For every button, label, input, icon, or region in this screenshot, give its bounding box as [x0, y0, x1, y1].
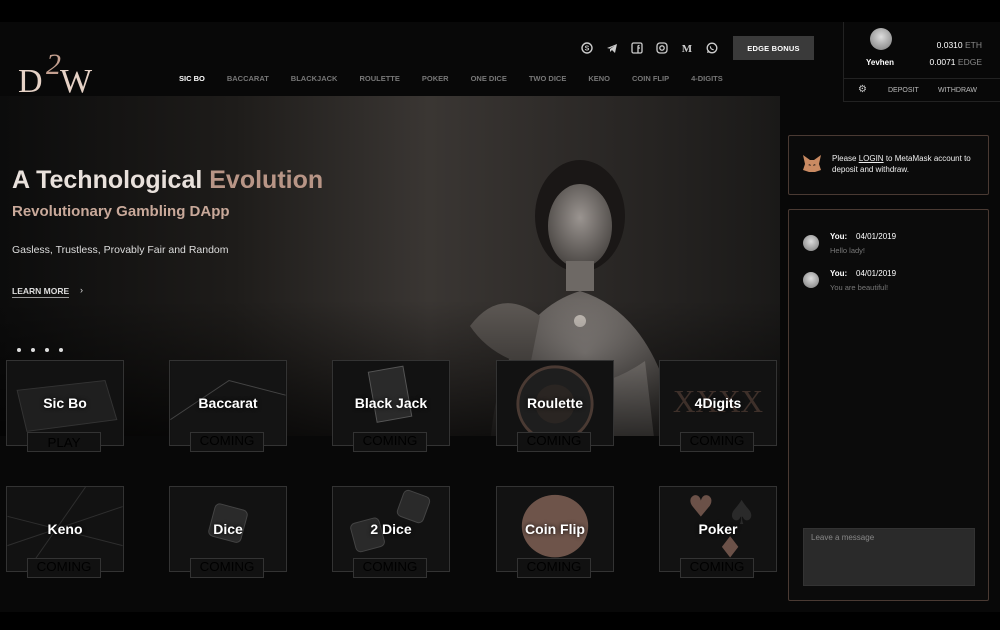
whatsapp-icon[interactable] — [705, 41, 719, 55]
svg-text:W: W — [60, 63, 93, 100]
play-button[interactable]: PLAY — [27, 432, 101, 452]
telegram-icon[interactable] — [605, 41, 619, 55]
game-card-roulette: Roulette COMING SOON — [496, 360, 614, 460]
facebook-icon[interactable] — [630, 41, 644, 55]
chat-panel: You: 04/01/2019 Hello lady! You: 04/01/2… — [788, 209, 989, 601]
nav-blackjack[interactable]: BLACKJACK — [280, 74, 349, 83]
nav-roulette[interactable]: ROULETTE — [348, 74, 410, 83]
nav-coin-flip[interactable]: COIN FLIP — [621, 74, 680, 83]
coming-soon-button[interactable]: COMING SOON — [517, 558, 591, 578]
nav-poker[interactable]: POKER — [411, 74, 460, 83]
carousel-dot[interactable] — [45, 348, 49, 352]
hero-title: A Technological Evolution — [12, 166, 323, 195]
game-name: Roulette — [527, 395, 583, 411]
d2w-logo[interactable]: D 2 W — [18, 44, 108, 104]
game-nav: SIC BO BACCARAT BLACKJACK ROULETTE POKER… — [168, 74, 734, 83]
game-name: Sic Bo — [43, 395, 87, 411]
carousel-dots — [17, 348, 63, 352]
game-name: Keno — [47, 521, 83, 537]
game-card-sic-bo: Sic Bo PLAY — [6, 360, 124, 460]
nav-sic-bo[interactable]: SIC BO — [168, 74, 216, 83]
svg-text:S: S — [585, 46, 590, 53]
hero-title-part2: Evolution — [209, 166, 324, 194]
svg-text:D: D — [18, 63, 43, 100]
withdraw-link[interactable]: WITHDRAW — [938, 87, 977, 94]
instagram-icon[interactable] — [655, 41, 669, 55]
carousel-dot[interactable] — [17, 348, 21, 352]
game-name: Poker — [698, 521, 738, 537]
chevron-right-icon[interactable]: › — [80, 285, 83, 295]
metamask-text-before: Please — [832, 154, 859, 163]
nav-4-digits[interactable]: 4-DIGITS — [680, 74, 734, 83]
game-name: Coin Flip — [525, 521, 585, 537]
metamask-login-panel: Please LOGIN to MetaMask account to depo… — [788, 135, 989, 195]
hero-description: Gasless, Trustless, Provably Fair and Ra… — [12, 244, 229, 256]
nav-baccarat[interactable]: BACCARAT — [216, 74, 280, 83]
chat-avatar — [803, 235, 819, 251]
svg-text:♥: ♥ — [688, 489, 714, 523]
user-avatar[interactable] — [870, 28, 892, 50]
coming-soon-button[interactable]: COMING SOON — [27, 558, 101, 578]
coming-soon-button[interactable]: COMING SOON — [680, 558, 754, 578]
edge-amount: 0.0071 — [929, 57, 956, 67]
metamask-login-link[interactable]: LOGIN — [859, 154, 884, 163]
edge-bonus-button[interactable]: EDGE BONUS — [733, 36, 814, 60]
skype-icon[interactable]: S — [580, 41, 594, 55]
coming-soon-button[interactable]: COMING SOON — [353, 432, 427, 452]
coming-soon-button[interactable]: COMING SOON — [680, 432, 754, 452]
edge-balance: 0.0071 EDGE — [930, 57, 982, 67]
chat-sender: You: — [830, 232, 848, 241]
game-name: Dice — [213, 521, 243, 537]
svg-text:2: 2 — [46, 48, 61, 81]
chat-text: Hello lady! — [830, 246, 866, 255]
carousel-dot[interactable] — [31, 348, 35, 352]
metamask-message: Please LOGIN to MetaMask account to depo… — [832, 153, 982, 175]
svg-text:M: M — [682, 43, 693, 54]
game-name: 2 Dice — [370, 521, 412, 537]
eth-unit: ETH — [965, 40, 982, 50]
app-frame: D 2 W S M EDGE BONUS SIC BO BACCARAT BLA… — [0, 22, 1000, 612]
deposit-link[interactable]: DEPOSIT — [888, 87, 919, 94]
username: Yevhen — [866, 58, 895, 67]
coming-soon-button[interactable]: COMING SOON — [190, 432, 264, 452]
eth-amount: 0.0310 — [936, 40, 963, 50]
chat-sender: You: — [830, 269, 848, 278]
account-panel: Yevhen 0.0310 ETH 0.0071 EDGE ⚙ DEPOSIT … — [843, 22, 1000, 102]
nav-keno[interactable]: KENO — [577, 74, 621, 83]
game-card-keno: Keno COMING SOON — [6, 486, 124, 586]
social-links: S M — [580, 41, 719, 55]
medium-icon[interactable]: M — [680, 41, 694, 55]
chat-message-input[interactable] — [803, 528, 975, 586]
chat-text: You are beautiful! — [830, 283, 889, 292]
edge-unit: EDGE — [957, 57, 982, 67]
game-card-2-dice: 2 Dice COMING SOON — [332, 486, 450, 586]
metamask-fox-icon — [803, 155, 821, 172]
game-card-poker: ♥♠♦ Poker COMING SOON — [659, 486, 777, 586]
game-name: Black Jack — [354, 395, 428, 411]
account-actions: ⚙ DEPOSIT WITHDRAW — [844, 78, 1000, 102]
chat-date: 04/01/2019 — [856, 269, 897, 278]
game-card-dice: Dice COMING SOON — [169, 486, 287, 586]
coming-soon-button[interactable]: COMING SOON — [353, 558, 427, 578]
carousel-dot[interactable] — [59, 348, 63, 352]
gear-icon[interactable]: ⚙ — [858, 84, 867, 95]
hero-subtitle: Revolutionary Gambling DApp — [12, 203, 230, 220]
coming-soon-button[interactable]: COMING SOON — [190, 558, 264, 578]
game-card-baccarat: Baccarat COMING SOON — [169, 360, 287, 460]
game-card-coin-flip: Coin Flip COMING SOON — [496, 486, 614, 586]
learn-more-link[interactable]: LEARN MORE — [12, 286, 70, 298]
chat-avatar — [803, 272, 819, 288]
chat-date: 04/01/2019 — [856, 232, 897, 241]
hero-title-part1: A Technological — [12, 166, 210, 194]
eth-balance: 0.0310 ETH — [937, 40, 982, 50]
nav-two-dice[interactable]: TWO DICE — [518, 74, 578, 83]
coming-soon-button[interactable]: COMING SOON — [517, 432, 591, 452]
nav-one-dice[interactable]: ONE DICE — [460, 74, 518, 83]
game-name: Baccarat — [198, 395, 258, 411]
game-card-black-jack: Black Jack COMING SOON — [332, 360, 450, 460]
game-card-4digits: XXXX 4Digits COMING SOON — [659, 360, 777, 460]
game-name: 4Digits — [694, 395, 742, 411]
